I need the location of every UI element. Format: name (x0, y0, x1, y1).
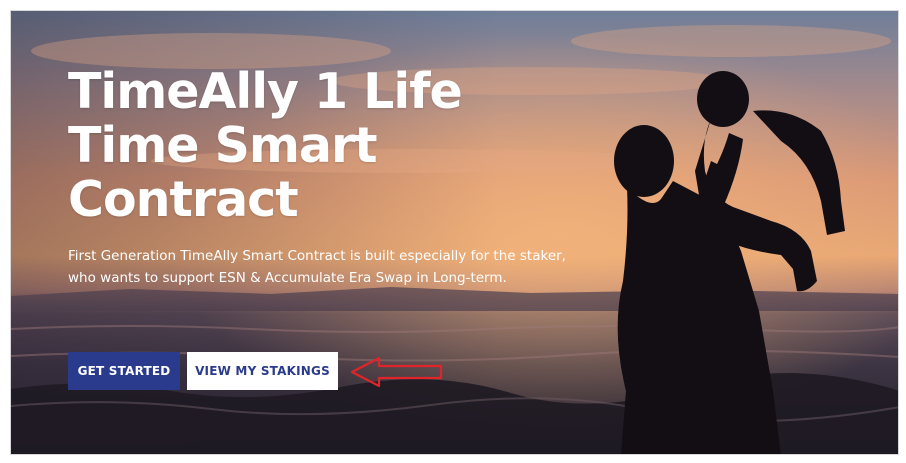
headline-line-3: Contract (68, 171, 299, 228)
hero-headline: TimeAlly 1 Life Time Smart Contract (68, 63, 463, 228)
get-started-button[interactable]: GET STARTED (68, 352, 180, 390)
headline-line-1: TimeAlly 1 Life (68, 63, 463, 120)
arrow-left-icon (350, 356, 443, 388)
hero-section: TimeAlly 1 Life Time Smart Contract Firs… (10, 10, 899, 455)
headline-line-2: Time Smart (68, 117, 378, 174)
hero-description: First Generation TimeAlly Smart Contract… (68, 248, 566, 286)
view-my-stakings-button[interactable]: VIEW MY STAKINGS (187, 352, 338, 390)
